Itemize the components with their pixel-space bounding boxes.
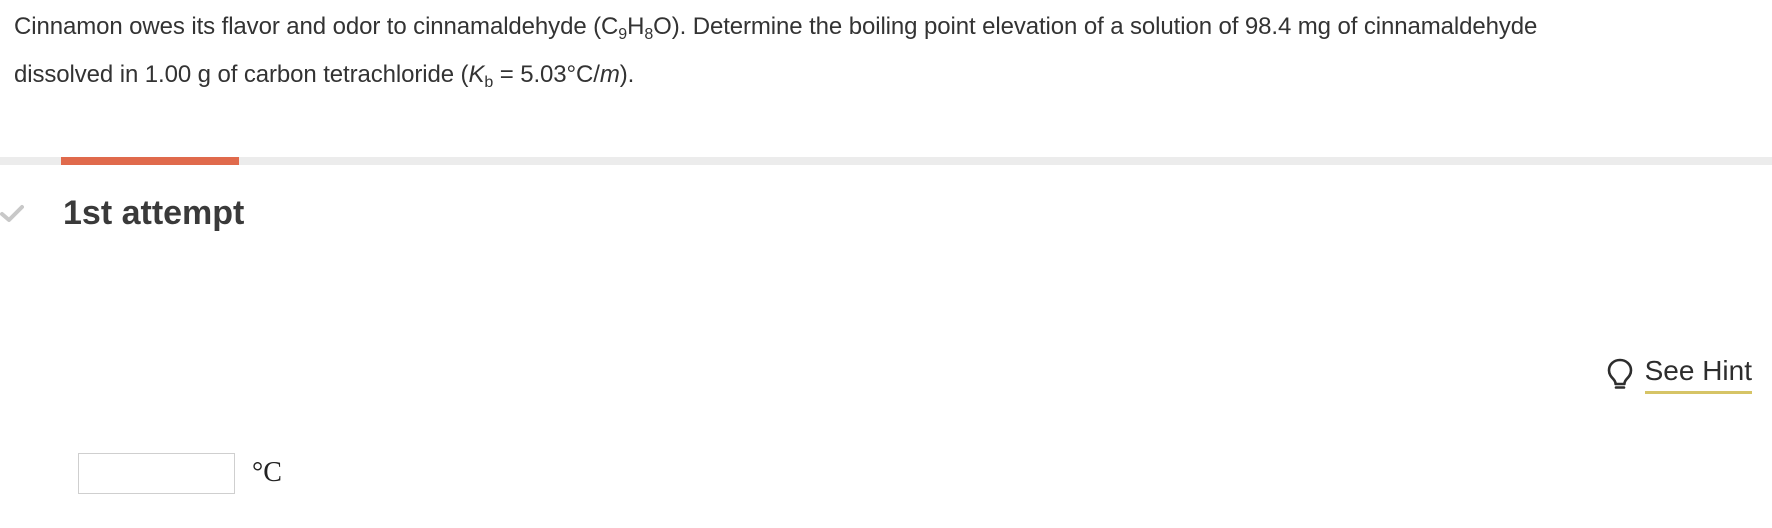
molal-symbol: m — [599, 61, 620, 88]
question-text: Cinnamon owes its flavor and odor to cin… — [14, 3, 1754, 99]
kb-symbol: K — [468, 61, 485, 88]
lightbulb-icon — [1607, 358, 1633, 390]
see-hint-button[interactable]: See Hint — [1607, 352, 1752, 396]
see-hint-label[interactable]: See Hint — [1644, 354, 1752, 394]
formula-h: H — [627, 13, 645, 40]
answer-unit-label: °C — [252, 457, 282, 488]
question-line2-suffix: ). — [619, 61, 635, 88]
question-line2-prefix: dissolved in 1.00 g of carbon tetrachlor… — [14, 61, 469, 88]
kb-subscript: b — [484, 74, 494, 91]
attempt-title: 1st attempt — [63, 194, 245, 232]
attempt-progress-bar — [0, 157, 1772, 165]
attempt-progress-fill — [61, 157, 239, 165]
formula-subscript-c: 9 — [618, 26, 628, 43]
formula-subscript-h: 8 — [644, 26, 654, 43]
checkmark-icon — [0, 204, 24, 224]
question-line1-suffix: O). Determine the boiling point elevatio… — [653, 13, 1538, 40]
question-line1-prefix: Cinnamon owes its flavor and odor to cin… — [14, 13, 619, 40]
kb-value: = 5.03°C/ — [493, 61, 600, 88]
answer-input[interactable] — [78, 453, 235, 494]
